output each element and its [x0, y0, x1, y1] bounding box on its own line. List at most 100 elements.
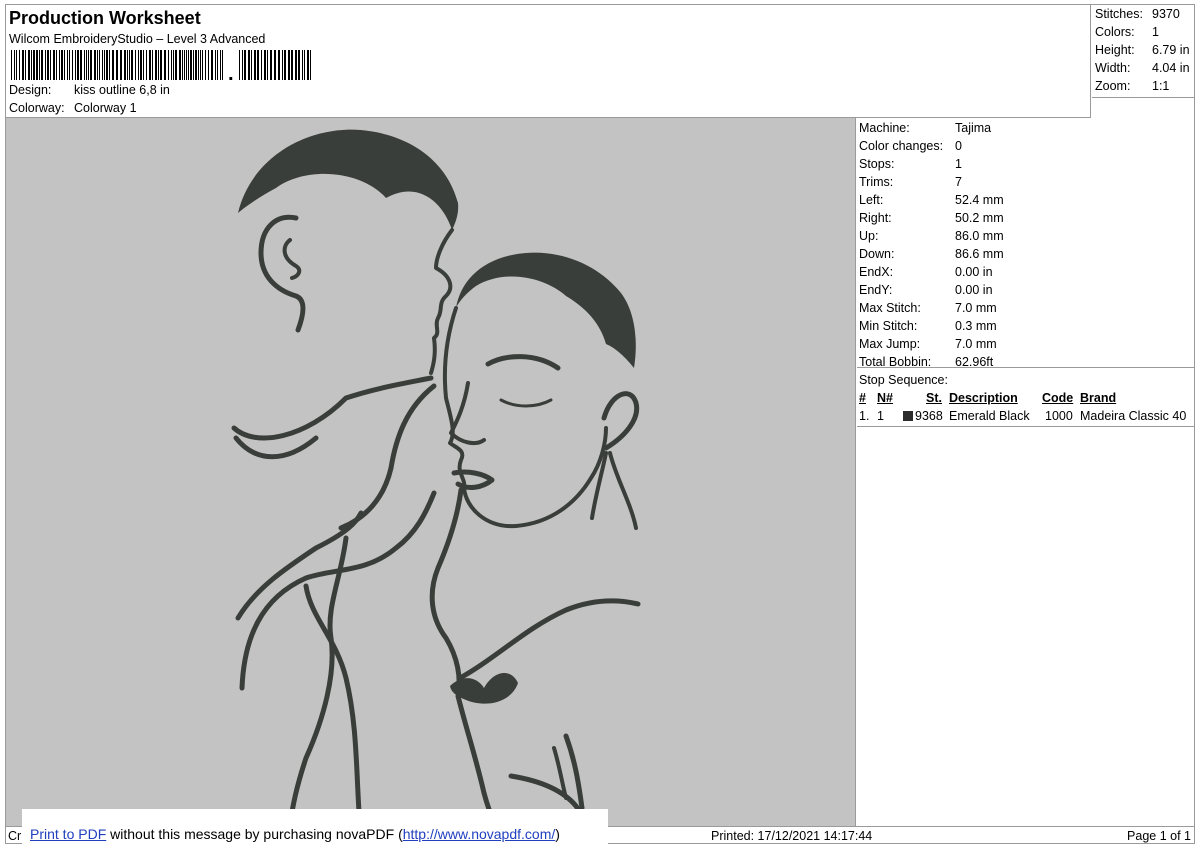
worksheet-page: Production Worksheet Wilcom EmbroiderySt… [5, 4, 1195, 844]
left-curve [233, 435, 319, 460]
stop-row-n: 1 [877, 409, 884, 423]
stop-row-description: Emerald Black [949, 409, 1030, 423]
design-row: Design: kiss outline 6,8 in [9, 83, 170, 97]
stop-row-stitches: 9368 [915, 409, 943, 423]
barcode-bar [208, 50, 209, 80]
summary-value: 6.79 in [1152, 43, 1190, 57]
barcode-bar [158, 50, 159, 80]
info-label: Down: [859, 247, 895, 261]
barcode-bar [131, 50, 133, 80]
barcode-bar [99, 50, 100, 80]
barcode-bar [211, 50, 213, 80]
barcode-bar [202, 50, 203, 80]
barcode-bar [75, 50, 76, 80]
barcode-bar [140, 50, 142, 80]
barcode-bar [69, 50, 70, 80]
info-label: Stops: [859, 157, 895, 171]
barcode-bar [195, 50, 197, 80]
page-title: Production Worksheet [9, 8, 201, 28]
info-row: Total Bobbin: 62.96ft [859, 355, 993, 369]
woman-eyebrow [485, 354, 561, 371]
barcode-bar [77, 50, 79, 80]
barcode-bar [184, 50, 185, 80]
info-row: EndX: 0.00 in [859, 265, 993, 279]
info-value: 0.00 in [955, 283, 993, 297]
info-label: Min Stitch: [859, 319, 918, 333]
barcode-bar [19, 50, 20, 80]
barcode-bar [47, 50, 49, 80]
info-value: 0 [955, 139, 962, 153]
barcode-bar [129, 50, 130, 80]
barcode-bar [14, 50, 15, 80]
info-row: Right: 50.2 mm [859, 211, 1004, 225]
barcode-bar [64, 50, 65, 80]
summary-row-zoom: Zoom: 1:1 [1095, 79, 1169, 93]
barcode-bar [31, 50, 32, 80]
earring-right [608, 451, 638, 530]
barcode-bar [278, 50, 280, 80]
barcode-bar [242, 50, 243, 80]
man-hair [238, 129, 459, 230]
barcode-bar [205, 50, 206, 80]
novapdf-url-link[interactable]: http://www.novapdf.com/ [403, 826, 556, 842]
info-label: Color changes: [859, 139, 944, 153]
info-label: Right: [859, 211, 892, 225]
barcode-bar [59, 50, 60, 80]
thread-color-swatch [903, 411, 913, 421]
summary-label: Colors: [1095, 25, 1135, 39]
info-value: 7.0 mm [955, 337, 997, 351]
worksheet-header: Production Worksheet Wilcom EmbroiderySt… [6, 5, 1091, 118]
barcode-bar [50, 50, 51, 80]
barcode-bar [94, 50, 96, 80]
info-value: 7 [955, 175, 962, 189]
novapdf-banner: Print to PDF without this message by pur… [22, 809, 608, 848]
barcode-bar [164, 50, 166, 80]
barcode-bar [200, 50, 201, 80]
info-value: 50.2 mm [955, 211, 1004, 225]
barcode-bar [291, 50, 293, 80]
novapdf-message-end: ) [555, 826, 560, 842]
summary-value: 4.04 in [1152, 61, 1190, 75]
barcode-bar [67, 50, 68, 80]
summary-label: Zoom: [1095, 79, 1131, 93]
barcode-bar [239, 50, 240, 80]
info-label: Total Bobbin: [859, 355, 932, 369]
barcode-bar [45, 50, 46, 80]
info-row: Color changes: 0 [859, 139, 962, 153]
stop-row-num: 1. [859, 409, 870, 423]
woman-shoulder [457, 598, 641, 681]
barcode-bar [264, 50, 266, 80]
barcode-bar [310, 50, 311, 80]
footer-cr-text: Cr [8, 829, 22, 843]
bust-line [455, 693, 499, 826]
stop-sequence-table: Stop Sequence: # N# St. Description Code… [857, 369, 1194, 427]
barcode-bar [186, 50, 187, 80]
barcode-bar [257, 50, 259, 80]
barcode-bar [41, 50, 43, 80]
info-value: 7.0 mm [955, 301, 997, 315]
info-row: EndY: 0.00 in [859, 283, 993, 297]
barcode-bar [97, 50, 98, 80]
info-label: Left: [859, 193, 884, 207]
barcode-bar [173, 50, 174, 80]
stop-sequence-caption: Stop Sequence: [859, 373, 948, 387]
colorway-row: Colorway: Colorway 1 [9, 101, 137, 115]
colorway-value: Colorway 1 [74, 101, 137, 115]
design-label: Design: [9, 83, 52, 97]
stop-row-brand: Madeira Classic 40 [1080, 409, 1187, 423]
barcode-bar [248, 50, 250, 80]
col-header-brand: Brand [1080, 391, 1117, 405]
colorway-label: Colorway: [9, 101, 65, 115]
barcode-separator: , [228, 63, 234, 80]
summary-value: 1 [1152, 25, 1159, 39]
info-label: Max Stitch: [859, 301, 921, 315]
info-value: 0.3 mm [955, 319, 997, 333]
info-label: EndY: [859, 283, 893, 297]
barcode-bar [86, 50, 87, 80]
barcode-bar [25, 50, 26, 80]
barcode-bar [217, 50, 218, 80]
info-row: Trims: 7 [859, 175, 962, 189]
print-to-pdf-link[interactable]: Print to PDF [30, 826, 106, 842]
barcode-bar [282, 50, 283, 80]
info-row: Down: 86.6 mm [859, 247, 1004, 261]
